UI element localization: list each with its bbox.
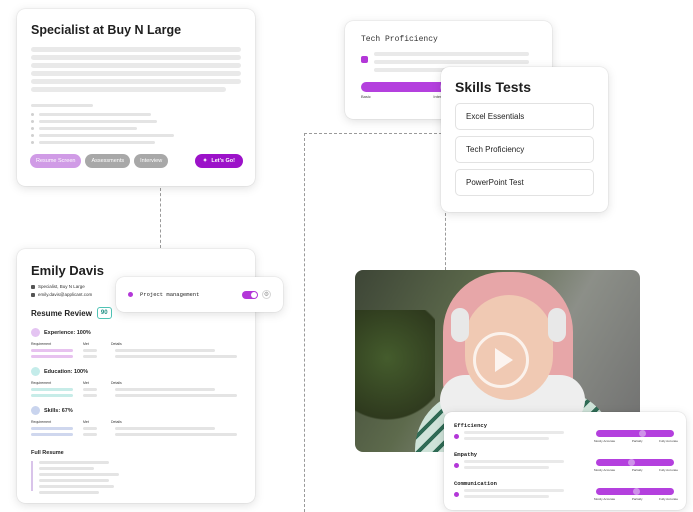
job-title: Specialist at Buy N Large (31, 23, 182, 37)
candidate-name: Emily Davis (31, 263, 104, 278)
check-icon (454, 492, 459, 497)
check-icon (454, 463, 459, 468)
bullet-icon (128, 292, 133, 297)
slider-handle[interactable] (638, 430, 646, 437)
scale-labels: Mostly Accurate Partially Fully Accurate (594, 439, 678, 443)
connector-line (160, 188, 161, 248)
review-category: Skills: 67% Requirement Met Details (31, 406, 241, 436)
stage-resume-screen[interactable]: Resume Screen (30, 154, 82, 168)
score-row: Efficiency Mostly Accurate Partially Fully … (454, 422, 678, 451)
connector-line (445, 213, 446, 270)
stage-interview[interactable]: Interview (134, 154, 169, 168)
scale-labels: Mostly Accurate Partially Fully Accurate (594, 497, 678, 501)
full-resume-heading: Full Resume (31, 450, 64, 456)
category-icon (31, 367, 40, 376)
test-excel-essentials[interactable]: Excel Essentials (455, 103, 594, 130)
skills-tests-card: Skills Tests Excel Essentials Tech Profi… (441, 67, 608, 212)
category-rows (31, 388, 241, 397)
score-row: Communication Mostly Accurate Partially Ful… (454, 480, 678, 509)
score-slider[interactable] (596, 459, 674, 466)
play-icon[interactable] (495, 348, 513, 372)
category-label: Experience: 100% (44, 329, 91, 336)
job-requirements-list (31, 104, 241, 144)
scale-labels: Mostly Accurate Partially Fully Accurate (594, 468, 678, 472)
category-rows (31, 427, 241, 436)
lets-go-button[interactable]: ✦ Let's Go! (194, 154, 243, 168)
checkbox-icon[interactable] (361, 56, 368, 63)
tech-card-title: Tech Proficiency (361, 35, 438, 44)
slider-handle[interactable] (627, 459, 635, 466)
job-posting-card: Specialist at Buy N Large Resume Screen … (17, 9, 255, 186)
connector-line (304, 133, 305, 512)
score-badge: 90 (96, 307, 112, 319)
check-icon (454, 434, 459, 439)
headphone-icon (451, 308, 469, 342)
job-description (31, 47, 241, 92)
category-rows (31, 349, 241, 358)
category-columns: Requirement Met Details (31, 342, 122, 346)
score-label: Empathy (454, 451, 478, 458)
project-management-card: Project management ⚙ (116, 277, 283, 312)
stage-assessments[interactable]: Assessments (85, 154, 131, 168)
category-icon (31, 328, 40, 337)
score-slider[interactable] (596, 488, 674, 495)
category-columns: Requirement Met Details (31, 420, 122, 424)
category-columns: Requirement Met Details (31, 381, 122, 385)
connector-line (304, 133, 442, 134)
background-plant (355, 310, 435, 430)
person-icon (31, 284, 35, 289)
review-category: Education: 100% Requirement Met Details (31, 367, 241, 397)
sparkle-icon: ✦ (202, 158, 208, 164)
gear-icon[interactable]: ⚙ (262, 290, 271, 299)
category-label: Education: 100% (44, 368, 89, 375)
pipeline-stages: Resume Screen Assessments Interview (30, 154, 169, 168)
test-tech-proficiency[interactable]: Tech Proficiency (455, 136, 594, 163)
resume-preview (31, 461, 241, 494)
slider-handle[interactable] (632, 488, 640, 495)
category-icon (31, 406, 40, 415)
assessment-scores-card: Efficiency Mostly Accurate Partially Fully … (444, 412, 686, 510)
score-label: Efficiency (454, 422, 488, 429)
test-powerpoint[interactable]: PowerPoint Test (455, 169, 594, 196)
review-category: Experience: 100% Requirement Met Details (31, 328, 241, 358)
mail-icon (31, 292, 35, 297)
skill-label: Project management (140, 291, 200, 298)
score-label: Communication (454, 480, 497, 487)
category-label: Skills: 67% (44, 407, 73, 414)
score-row: Empathy Mostly Accurate Partially Fully Acc… (454, 451, 678, 480)
skill-toggle[interactable] (242, 290, 258, 299)
skills-tests-title: Skills Tests (455, 79, 532, 95)
score-slider[interactable] (596, 430, 674, 437)
